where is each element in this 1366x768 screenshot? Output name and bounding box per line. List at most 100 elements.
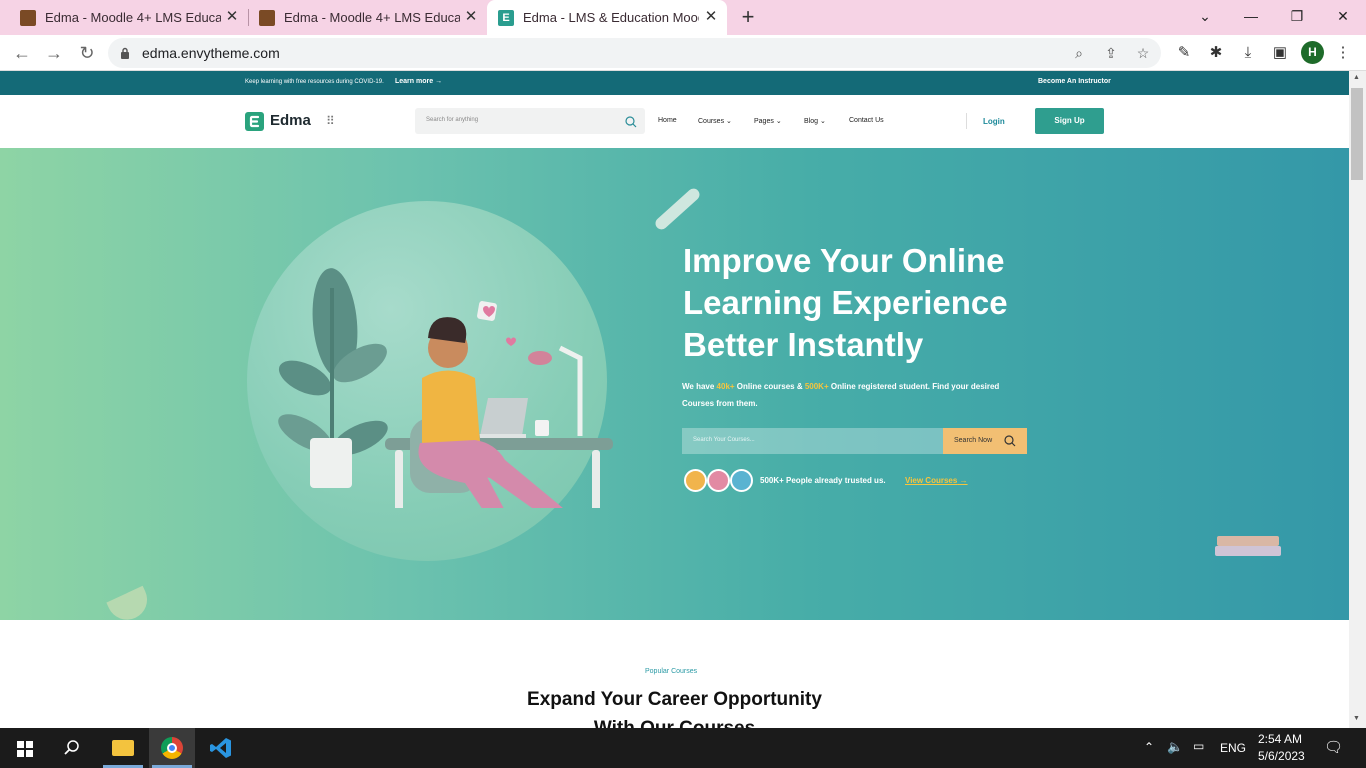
hero-subtitle-mid: Online courses & xyxy=(734,382,805,391)
arrow-right-icon: → xyxy=(959,476,968,485)
site-favicon-icon xyxy=(20,9,36,26)
language-indicator[interactable]: ENG xyxy=(1220,741,1246,755)
site-header: Edma ⠿ Search for anything Home Courses … xyxy=(0,95,1349,148)
hero-title: Improve Your Online Learning Experience … xyxy=(683,240,1063,366)
close-icon[interactable]: ✕ xyxy=(703,9,719,25)
grid-menu-icon[interactable]: ⠿ xyxy=(326,114,335,128)
file-explorer-icon[interactable] xyxy=(100,728,146,768)
browser-toolbar: ← → ↻ edma.envytheme.com ⌕ ⇪ ☆ ✎ ✱ ⤓ ▣ H… xyxy=(0,35,1366,71)
student-avatar-2 xyxy=(707,469,730,492)
extensions-icon[interactable]: ✱ xyxy=(1205,42,1227,64)
search-now-button[interactable]: Search Now xyxy=(943,428,1027,454)
nav-pages[interactable]: Pages ⌄ xyxy=(754,117,782,125)
taskbar-search-icon[interactable] xyxy=(49,728,95,768)
eyedropper-icon[interactable]: ✎ xyxy=(1173,42,1195,64)
close-icon[interactable]: ✕ xyxy=(224,9,240,25)
nav-divider xyxy=(966,113,967,129)
learn-more-link[interactable]: Learn more → xyxy=(395,78,442,85)
course-search-placeholder: Search Your Courses... xyxy=(693,437,755,443)
share-icon[interactable]: ⇪ xyxy=(1101,43,1121,63)
login-link[interactable]: Login xyxy=(983,117,1005,126)
menu-icon[interactable]: ⋮ xyxy=(1332,42,1354,64)
edma-logo-icon[interactable] xyxy=(245,112,264,131)
tab-search-chevron-icon[interactable]: ⌄ xyxy=(1182,0,1228,32)
hero-title-line-2: Learning Experience xyxy=(683,284,1008,321)
nav-contact[interactable]: Contact Us xyxy=(849,117,884,124)
learn-more-label: Learn more xyxy=(395,78,434,85)
chevron-down-icon: ⌄ xyxy=(819,118,826,125)
battery-icon[interactable]: ▭ xyxy=(1193,739,1204,753)
nav-pages-label: Pages xyxy=(754,118,774,125)
close-icon[interactable]: ✕ xyxy=(463,9,479,25)
course-search-input[interactable]: Search Your Courses... xyxy=(682,428,943,454)
student-desk-illustration xyxy=(278,268,613,508)
chevron-down-icon: ⌄ xyxy=(726,118,732,125)
web-page: Keep learning with free resources during… xyxy=(0,71,1349,728)
chevron-down-icon: ⌄ xyxy=(775,118,782,125)
address-bar[interactable]: edma.envytheme.com ⌕ ⇪ ☆ xyxy=(108,38,1161,68)
nav-blog-label: Blog xyxy=(804,118,819,125)
announcement-bar: Keep learning with free resources during… xyxy=(0,71,1349,95)
clock-time[interactable]: 2:54 AM xyxy=(1258,732,1302,746)
chrome-taskbar-icon[interactable] xyxy=(149,728,195,768)
chevron-up-icon[interactable]: ⌃ xyxy=(1144,740,1154,754)
windows-start-icon[interactable] xyxy=(2,728,48,768)
nav-home[interactable]: Home xyxy=(658,117,677,124)
nav-courses[interactable]: Courses ⌄ xyxy=(698,117,732,125)
view-courses-link[interactable]: View Courses → xyxy=(905,476,968,485)
view-courses-label: View Courses xyxy=(905,476,958,485)
books-decoration-2 xyxy=(1215,546,1281,556)
scroll-down-icon[interactable]: ▼ xyxy=(1353,715,1360,722)
search-icon[interactable] xyxy=(625,115,637,128)
tab-title: Edma - Moodle 4+ LMS Educatio xyxy=(284,10,460,25)
browser-tab-3-active[interactable]: E Edma - LMS & Education Moodle ✕ xyxy=(487,0,727,35)
reload-icon[interactable]: ↻ xyxy=(75,41,99,65)
notification-icon[interactable]: 🗨 xyxy=(1324,738,1343,756)
minimize-button[interactable]: — xyxy=(1228,0,1274,32)
become-instructor-link[interactable]: Become An Instructor xyxy=(1038,78,1111,85)
search-now-label: Search Now xyxy=(954,437,993,444)
url-text[interactable]: edma.envytheme.com xyxy=(142,45,280,61)
scroll-up-icon[interactable]: ▲ xyxy=(1353,74,1360,81)
hero-title-line-3: Better Instantly xyxy=(683,326,924,363)
volume-icon[interactable]: 🔈 xyxy=(1167,739,1183,755)
student-avatar-1 xyxy=(684,469,707,492)
scrollbar-thumb[interactable] xyxy=(1351,88,1363,180)
zoom-icon[interactable]: ⌕ xyxy=(1069,43,1089,63)
section-title: Expand Your Career Opportunity With Our … xyxy=(0,685,1349,728)
nav-courses-label: Courses xyxy=(698,118,725,125)
trophy-decoration xyxy=(106,585,154,627)
window-close-button[interactable]: ✕ xyxy=(1320,0,1366,32)
section-kicker: Popular Courses xyxy=(645,668,698,675)
browser-tab-2[interactable]: Edma - Moodle 4+ LMS Educatio ✕ xyxy=(249,0,487,35)
back-icon[interactable]: ← xyxy=(10,41,34,65)
hero-subtitle: We have 40k+ Online courses & 500K+ Onli… xyxy=(682,378,1022,412)
tab-title: Edma - LMS & Education Moodle xyxy=(523,10,699,25)
search-placeholder: Search for anything xyxy=(426,117,479,123)
books-decoration xyxy=(1217,536,1279,546)
browser-tab-1[interactable]: Edma - Moodle 4+ LMS Educatio ✕ xyxy=(10,0,248,35)
download-icon[interactable]: ⤓ xyxy=(1237,42,1259,64)
side-panel-icon[interactable]: ▣ xyxy=(1269,42,1291,64)
new-tab-button[interactable]: + xyxy=(736,5,760,29)
arrow-right-icon: → xyxy=(435,78,443,85)
logo-text[interactable]: Edma xyxy=(270,112,311,129)
signup-button[interactable]: Sign Up xyxy=(1035,108,1104,134)
clock-date[interactable]: 5/6/2023 xyxy=(1258,749,1305,763)
site-favicon-icon xyxy=(259,9,275,26)
lock-icon[interactable] xyxy=(120,46,130,59)
restore-button[interactable]: ❐ xyxy=(1274,0,1320,32)
hero-section: Improve Your Online Learning Experience … xyxy=(0,148,1349,627)
search-icon xyxy=(1004,435,1016,447)
section-title-line-2: With Our Courses xyxy=(0,714,1349,728)
courses-count: 40k+ xyxy=(716,382,735,391)
site-search-input[interactable]: Search for anything xyxy=(415,108,645,134)
tab-title: Edma - Moodle 4+ LMS Educatio xyxy=(45,10,221,25)
diploma-scroll-decoration xyxy=(653,186,702,232)
forward-icon[interactable]: → xyxy=(42,41,66,65)
nav-blog[interactable]: Blog ⌄ xyxy=(804,117,826,125)
bookmark-star-icon[interactable]: ☆ xyxy=(1133,43,1153,63)
edma-favicon-icon: E xyxy=(498,9,514,26)
vscode-icon[interactable] xyxy=(198,728,244,768)
profile-avatar[interactable]: H xyxy=(1301,41,1324,64)
